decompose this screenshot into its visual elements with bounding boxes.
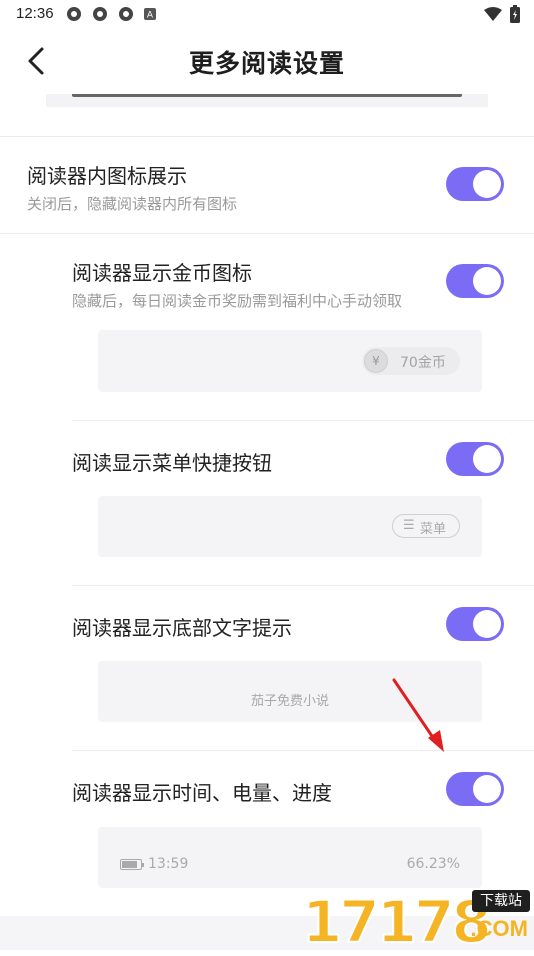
watermark-domain: .COM xyxy=(470,916,528,941)
app-notification-icon xyxy=(67,7,81,21)
coin-icon: ¥ xyxy=(364,349,388,373)
setting-description: 隐藏后，每日阅读金币奖励需到福利中心手动领取 xyxy=(72,292,403,310)
setting-label: 阅读器显示时间、电量、进度 xyxy=(72,781,332,805)
toggle-knob xyxy=(473,610,501,638)
preview-time: 13:59 xyxy=(148,856,189,872)
toggle-bottom-text[interactable] xyxy=(446,607,504,641)
header-bar: 更多阅读设置 xyxy=(0,28,534,94)
setting-row-icons: 阅读器内图标展示 关闭后，隐藏阅读器内所有图标 xyxy=(0,136,534,233)
toggle-time-battery[interactable] xyxy=(446,772,504,806)
watermark-badge: 下载站 xyxy=(472,890,530,912)
toggle-knob xyxy=(473,775,501,803)
toggle-icons[interactable] xyxy=(446,167,504,201)
coin-text: 70金币 xyxy=(400,355,446,371)
menu-icon: ☰ xyxy=(403,518,415,533)
page-title: 更多阅读设置 xyxy=(188,49,345,78)
preview-time-battery: 13:59 66.23% xyxy=(98,827,482,888)
preview-menu: ☰ 菜单 xyxy=(98,496,482,557)
setting-label: 阅读显示菜单快捷按钮 xyxy=(72,451,272,475)
red-arrow-icon xyxy=(392,678,444,752)
menu-pill: ☰ 菜单 xyxy=(392,514,460,538)
toggle-knob xyxy=(473,267,501,295)
setting-label: 阅读器显示底部文字提示 xyxy=(72,616,292,640)
battery-icon xyxy=(510,5,520,23)
preview-card-scrolled xyxy=(46,94,488,107)
a-badge-icon: A xyxy=(144,8,156,20)
status-time: 12:36 xyxy=(16,5,54,22)
watermark-number: 17178 xyxy=(301,888,493,956)
toggle-menu[interactable] xyxy=(446,442,504,476)
watermark-logo: 17178 下载站 .COM xyxy=(301,888,530,956)
setting-label: 阅读器内图标展示 xyxy=(27,164,187,188)
menu-text: 菜单 xyxy=(420,522,447,537)
app-notification-icon xyxy=(119,7,133,21)
preview-coin: ¥ 70金币 xyxy=(98,330,482,392)
toggle-coin[interactable] xyxy=(446,264,504,298)
app-notification-icon xyxy=(93,7,107,21)
wifi-icon xyxy=(484,6,502,21)
toggle-knob xyxy=(473,170,501,198)
svg-text:A: A xyxy=(147,11,154,21)
setting-label: 阅读器显示金币图标 xyxy=(72,261,252,285)
battery-icon xyxy=(120,859,144,870)
setting-description: 关闭后，隐藏阅读器内所有图标 xyxy=(27,195,238,213)
coin-pill: ¥ 70金币 xyxy=(362,347,460,375)
preview-progress: 66.23% xyxy=(406,856,460,872)
toggle-knob xyxy=(473,445,501,473)
preview-line xyxy=(72,94,462,97)
status-bar: 12:36 A xyxy=(0,0,534,28)
